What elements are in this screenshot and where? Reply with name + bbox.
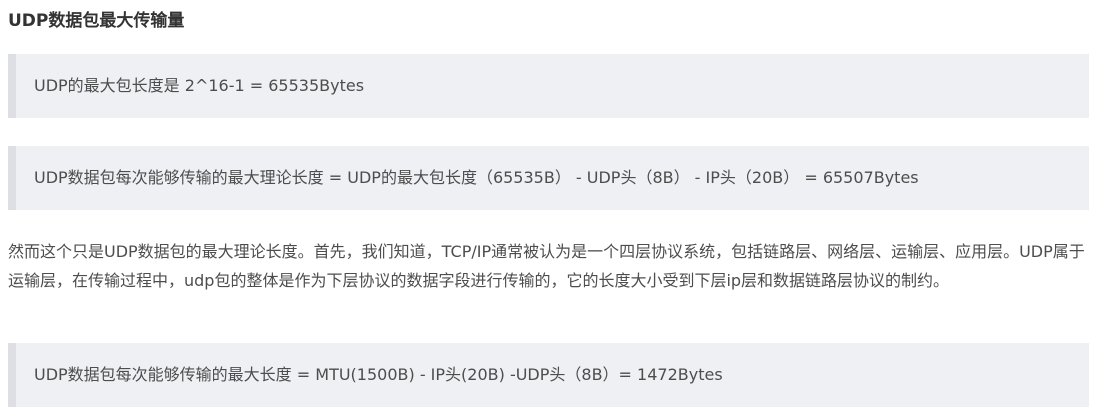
blockquote-max-packet-length: UDP的最大包长度是 2^16-1 = 65535Bytes: [8, 54, 1089, 118]
blockquote-text: UDP数据包每次能够传输的最大长度 = MTU(1500B) - IP头(20B…: [34, 365, 723, 384]
section-heading: UDP数据包最大传输量: [8, 11, 185, 31]
explanation-paragraph: 然而这个只是UDP数据包的最大理论长度。首先，我们知道，TCP/IP通常被认为是…: [8, 242, 1085, 290]
blockquote-text: UDP数据包每次能够传输的最大理论长度 = UDP的最大包长度（65535B） …: [34, 168, 919, 187]
blockquote-text: UDP的最大包长度是 2^16-1 = 65535Bytes: [34, 76, 365, 95]
blockquote-max-theoretical-length: UDP数据包每次能够传输的最大理论长度 = UDP的最大包长度（65535B） …: [8, 146, 1089, 210]
blockquote-max-mtu-length: UDP数据包每次能够传输的最大长度 = MTU(1500B) - IP头(20B…: [8, 343, 1089, 407]
